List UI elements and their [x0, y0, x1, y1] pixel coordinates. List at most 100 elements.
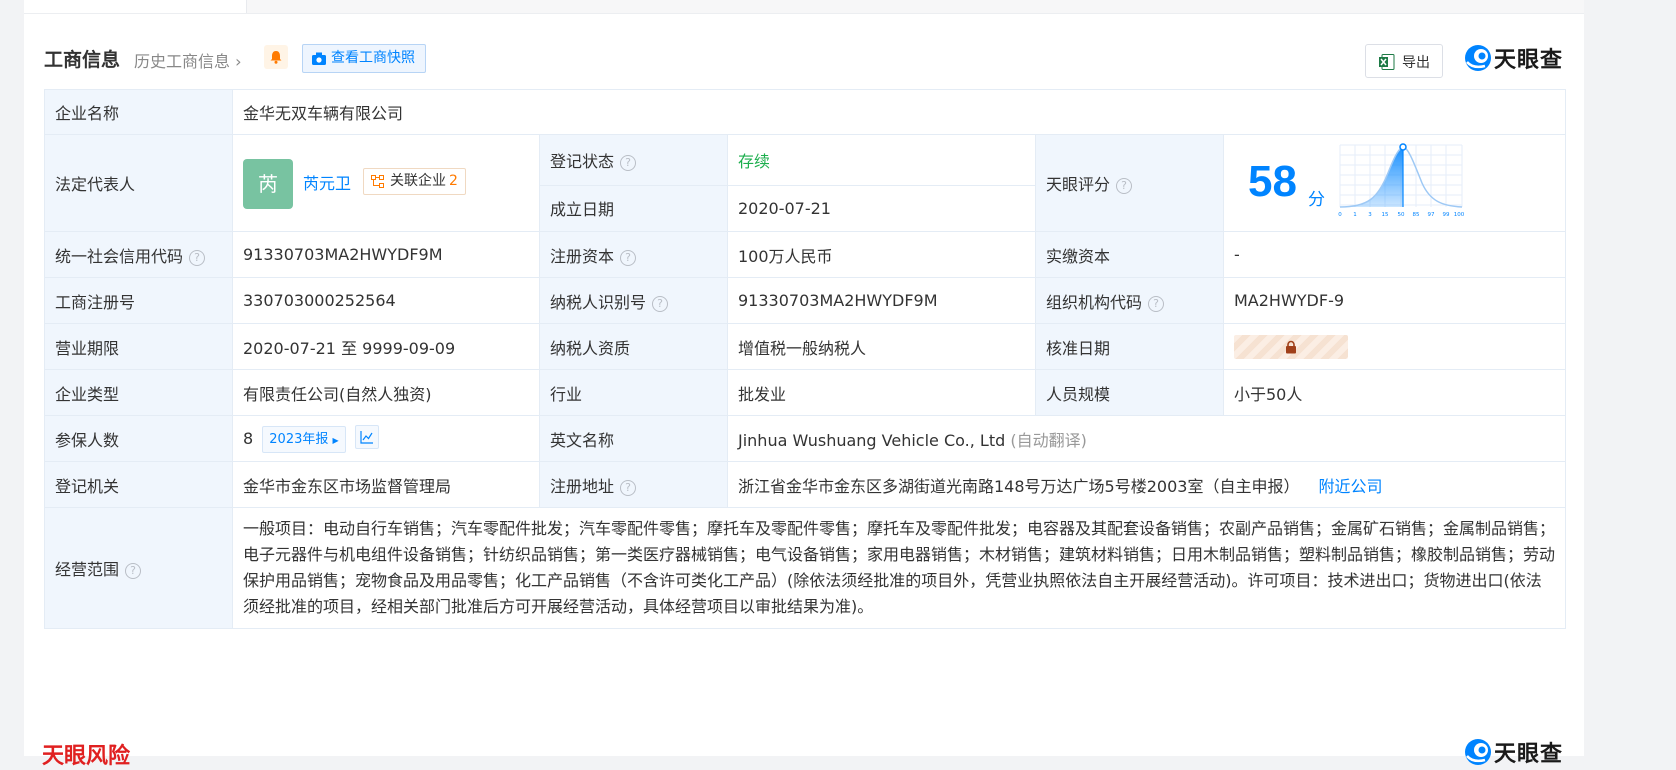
help-icon[interactable]: ?	[620, 479, 637, 496]
score-label-text: 天眼评分	[1046, 175, 1111, 194]
lock-icon	[1286, 340, 1296, 353]
taxpayer-id-value: 91330703MA2HWYDF9M	[727, 277, 1036, 324]
help-icon[interactable]: ?	[620, 249, 637, 266]
help-icon[interactable]: ?	[620, 154, 637, 171]
reg-no-label: 工商注册号	[44, 277, 233, 324]
type-label: 企业类型	[44, 369, 233, 416]
company-name-label: 企业名称	[44, 89, 233, 135]
term-value: 2020-07-21 至 9999-09-09	[232, 323, 540, 370]
top-tab-strip	[24, 0, 1584, 14]
history-link-label: 历史工商信息	[134, 52, 231, 71]
table-row: 企业名称 金华无双车辆有限公司	[44, 89, 1566, 135]
insured-cell: 8 2023年报 ▶	[232, 415, 540, 462]
score-label: 天眼评分?	[1035, 134, 1224, 232]
table-row: 营业期限 2020-07-21 至 9999-09-09 纳税人资质 增值税一般…	[44, 323, 1566, 370]
credit-code-value: 91330703MA2HWYDF9M	[232, 231, 540, 278]
bell-icon	[270, 51, 282, 64]
org-code-value: MA2HWYDF-9	[1223, 277, 1566, 324]
table-row: 登记机关 金华市金东区市场监督管理局 注册地址? 浙江省金华市金东区多湖街道光南…	[44, 461, 1566, 508]
snapshot-button[interactable]: 查看工商快照	[302, 44, 426, 73]
help-icon[interactable]: ?	[125, 563, 142, 579]
top-tab[interactable]	[24, 0, 247, 13]
reg-no-value: 330703000252564	[232, 277, 540, 324]
reg-capital-label-text: 注册资本	[550, 246, 615, 266]
history-link[interactable]: 历史工商信息 ›	[134, 48, 242, 72]
help-icon[interactable]: ?	[652, 295, 669, 312]
score-tick: 0	[1338, 212, 1342, 218]
industry-value: 批发业	[727, 369, 1036, 416]
locked-value[interactable]	[1234, 334, 1348, 359]
reg-capital-label: 注册资本?	[539, 231, 728, 278]
table-row: 工商注册号 330703000252564 纳税人识别号? 91330703MA…	[44, 277, 1566, 324]
business-info-table: 企业名称 金华无双车辆有限公司 法定代表人 芮 芮元卫 关联企业 2 登记状态? …	[44, 89, 1566, 629]
table-row: 法定代表人 芮 芮元卫 关联企业 2 登记状态? 存续 天眼评分? 58 分 0…	[44, 134, 1566, 232]
industry-label: 行业	[539, 369, 728, 416]
help-icon[interactable]: ?	[1148, 295, 1165, 312]
table-row: 参保人数 8 2023年报 ▶ 英文名称 Jinhua Wushuang Veh…	[44, 415, 1566, 462]
related-companies-button[interactable]: 关联企业 2	[363, 168, 466, 195]
legal-rep-label: 法定代表人	[44, 134, 233, 232]
table-row: 统一社会信用代码? 91330703MA2HWYDF9M 注册资本? 100万人…	[44, 231, 1566, 278]
help-icon[interactable]: ?	[189, 249, 206, 266]
section-title: 工商信息	[44, 49, 121, 71]
reg-capital-value: 100万人民币	[727, 231, 1036, 278]
nearby-companies-link[interactable]: 附近公司	[1319, 477, 1383, 496]
address-value: 浙江省金华市金东区多湖街道光南路148号万达广场5号楼2003室（自主申报）	[738, 476, 1300, 496]
help-icon[interactable]: ?	[1116, 178, 1133, 194]
score-tick: 97	[1428, 212, 1435, 218]
legal-rep-name-link[interactable]: 芮元卫	[303, 170, 351, 194]
insured-label: 参保人数	[44, 415, 233, 462]
chevron-right-icon: ›	[235, 52, 242, 71]
reg-status-value: 存续	[727, 134, 1036, 186]
authority-value: 金华市金东区市场监督管理局	[232, 461, 540, 508]
monitor-bell-button[interactable]	[264, 45, 288, 69]
tianyancha-logo-icon	[1465, 45, 1491, 71]
founded-value: 2020-07-21	[727, 184, 1036, 233]
brand-name: 天眼查	[1494, 48, 1564, 73]
scope-label-text: 经营范围	[55, 560, 120, 579]
legal-rep-cell: 芮 芮元卫 关联企业 2	[232, 134, 540, 232]
trend-chart-button[interactable]	[354, 424, 379, 449]
credit-code-label: 统一社会信用代码?	[44, 231, 233, 278]
approve-date-cell	[1223, 323, 1566, 370]
page-container: 工商信息 历史工商信息 › 查看工商快照 导出 天眼查 企业名称 金华无双车辆有…	[24, 0, 1584, 769]
scope-label: 经营范围?	[44, 507, 233, 629]
reg-status-label: 登记状态?	[539, 134, 728, 186]
address-label: 注册地址?	[539, 461, 728, 508]
camera-icon	[312, 52, 326, 65]
trend-chart-icon	[360, 430, 373, 444]
brand-name: 天眼查	[1494, 742, 1564, 767]
score-cell[interactable]: 58 分 0 1 3 15 50 85 97 99 100	[1223, 134, 1566, 232]
score-tick: 100	[1454, 212, 1464, 218]
en-name-cell: Jinhua Wushuang Vehicle Co., Ltd (自动翻译)	[727, 415, 1566, 462]
score-value: 58	[1248, 157, 1297, 206]
export-button[interactable]: 导出	[1365, 44, 1443, 78]
annual-report-button[interactable]: 2023年报 ▶	[262, 425, 346, 453]
score-tick: 1	[1353, 212, 1357, 218]
en-name-value: Jinhua Wushuang Vehicle Co., Ltd	[738, 430, 1006, 450]
score-tick: 3	[1368, 212, 1372, 218]
score-tick: 50	[1398, 212, 1405, 218]
address-cell: 浙江省金华市金东区多湖街道光南路148号万达广场5号楼2003室（自主申报） 附…	[727, 461, 1566, 508]
score-unit: 分	[1308, 190, 1325, 210]
address-label-text: 注册地址	[550, 476, 615, 496]
approve-date-label: 核准日期	[1035, 323, 1224, 370]
en-name-label: 英文名称	[539, 415, 728, 462]
excel-icon	[1379, 54, 1395, 70]
annual-report-label: 2023年报	[269, 431, 329, 447]
table-row: 经营范围? 一般项目：电动自行车销售；汽车零配件批发；汽车零配件零售；摩托车及零…	[44, 507, 1566, 629]
score-tick: 99	[1443, 212, 1450, 218]
credit-code-label-text: 统一社会信用代码	[55, 246, 184, 266]
tianyancha-logo-icon	[1465, 739, 1491, 765]
score-marker	[1399, 143, 1407, 151]
founded-label: 成立日期	[539, 184, 728, 233]
scope-value: 一般项目：电动自行车销售；汽车零配件批发；汽车零配件零售；摩托车及零配件零售；摩…	[232, 507, 1566, 629]
snapshot-label: 查看工商快照	[331, 50, 415, 66]
avatar[interactable]: 芮	[243, 159, 293, 209]
term-label: 营业期限	[44, 323, 233, 370]
staff-label: 人员规模	[1035, 369, 1224, 416]
paid-capital-label: 实缴资本	[1035, 231, 1224, 278]
paid-capital-value: -	[1223, 231, 1566, 278]
authority-label: 登记机关	[44, 461, 233, 508]
org-code-label: 组织机构代码?	[1035, 277, 1224, 324]
